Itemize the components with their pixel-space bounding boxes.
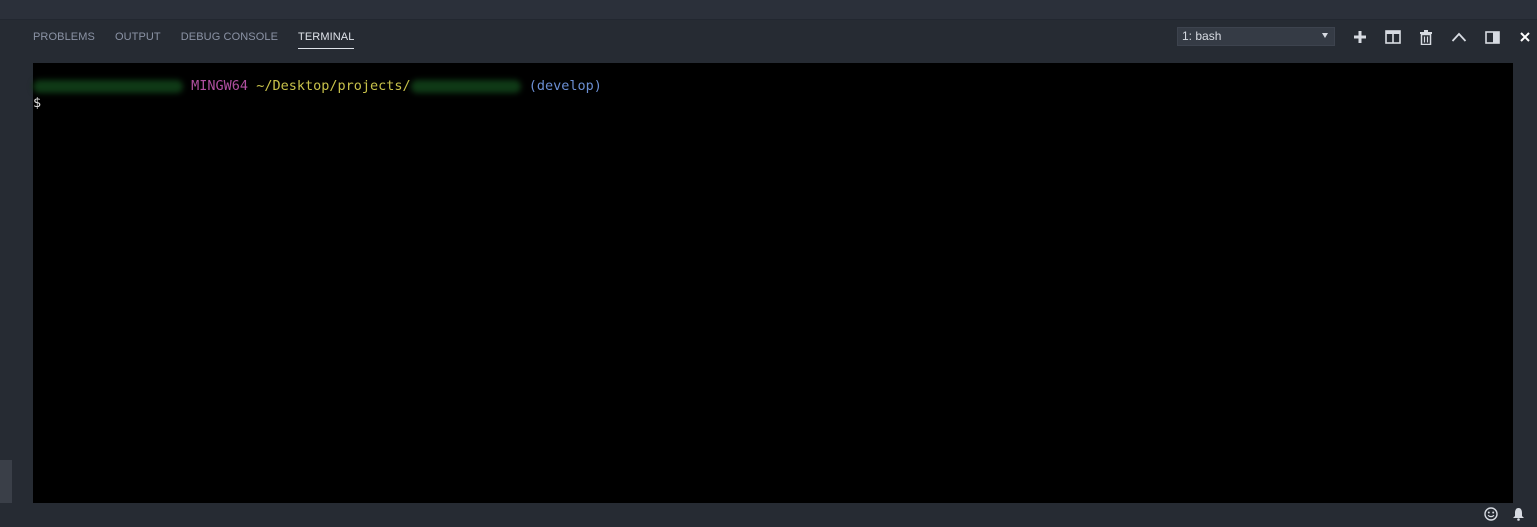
- close-icon: [1520, 32, 1530, 42]
- split-terminal-button[interactable]: [1383, 27, 1403, 47]
- tab-terminal[interactable]: TERMINAL: [298, 31, 355, 49]
- plus-icon: [1354, 31, 1366, 43]
- left-scrollbar[interactable]: [0, 460, 12, 503]
- panel-tabs: PROBLEMS OUTPUT DEBUG CONSOLE TERMINAL: [33, 31, 355, 49]
- panel-header: PROBLEMS OUTPUT DEBUG CONSOLE TERMINAL 1…: [0, 20, 1537, 60]
- tab-output[interactable]: OUTPUT: [115, 31, 161, 49]
- prompt-branch: (develop): [528, 78, 602, 94]
- panel-actions: [1350, 27, 1535, 47]
- bell-icon[interactable]: [1512, 507, 1525, 521]
- kill-terminal-button[interactable]: [1416, 27, 1436, 47]
- panel-layout-icon: [1484, 30, 1500, 44]
- maximize-panel-button[interactable]: [1449, 27, 1469, 47]
- terminal-selector[interactable]: 1: bash: [1177, 27, 1335, 46]
- close-panel-button[interactable]: [1515, 27, 1535, 47]
- editor-area-edge: [0, 0, 1537, 20]
- tab-problems[interactable]: PROBLEMS: [33, 31, 95, 49]
- prompt-host: MINGW64: [191, 78, 249, 94]
- status-icons: [1484, 507, 1525, 521]
- terminal-selector-value: 1: bash: [1182, 29, 1222, 43]
- input-prompt: $: [33, 95, 42, 111]
- chevron-down-icon: [1322, 33, 1328, 38]
- redacted-username: [33, 79, 183, 93]
- tab-debug-console[interactable]: DEBUG CONSOLE: [181, 31, 278, 49]
- redacted-project-name: [410, 79, 521, 93]
- split-icon: [1385, 30, 1401, 44]
- status-bar: [0, 503, 1537, 527]
- prompt-path: ~/Desktop/projects/: [256, 78, 411, 94]
- vscode-terminal-panel: PROBLEMS OUTPUT DEBUG CONSOLE TERMINAL 1…: [0, 0, 1537, 527]
- chevron-up-icon: [1451, 32, 1467, 42]
- terminal-output[interactable]: MINGW64 ~/Desktop/projects/ (develop) $: [33, 63, 1513, 503]
- toggle-panel-position-button[interactable]: [1482, 27, 1502, 47]
- trash-icon: [1420, 29, 1432, 45]
- new-terminal-button[interactable]: [1350, 27, 1370, 47]
- prompt-line: MINGW64 ~/Desktop/projects/ (develop): [33, 78, 602, 94]
- smiley-icon[interactable]: [1484, 507, 1498, 521]
